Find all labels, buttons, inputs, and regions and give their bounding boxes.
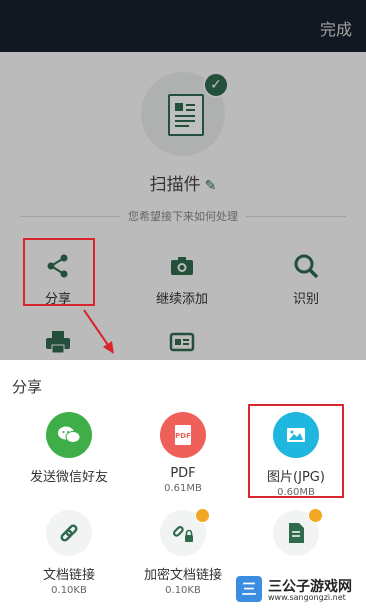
link-icon <box>46 510 92 556</box>
option-label: PDF <box>170 466 196 481</box>
sheet-title: 分享 <box>12 378 43 396</box>
option-label: 加密文档链接 <box>143 568 222 583</box>
share-option-pdf[interactable]: PDF PDF 0.61MB <box>128 412 238 494</box>
svg-text:PDF: PDF <box>175 432 191 440</box>
share-option-wechat[interactable]: 发送微信好友 <box>14 412 124 485</box>
wechat-icon <box>46 412 92 458</box>
doc-icon <box>273 508 323 556</box>
watermark: 三 三公子游戏网 www.sangongzi.net <box>232 574 362 606</box>
option-label: 发送微信好友 <box>29 470 108 485</box>
share-option-document[interactable] <box>241 508 351 556</box>
lock-link-icon <box>160 508 210 556</box>
badge-icon <box>308 508 323 523</box>
watermark-url: www.sangongzi.net <box>268 593 346 602</box>
highlight-box-jpg <box>248 404 344 498</box>
pdf-icon: PDF <box>160 412 206 458</box>
option-size: 0.61MB <box>164 483 202 494</box>
option-size: 0.10KB <box>165 585 201 596</box>
option-label: 文档链接 <box>42 568 95 583</box>
watermark-logo: 三 <box>236 576 262 602</box>
badge-icon <box>195 508 210 523</box>
share-option-encrypted-link[interactable]: 加密文档链接 0.10KB <box>128 508 238 596</box>
option-size: 0.10KB <box>51 585 87 596</box>
share-option-doc-link[interactable]: 文档链接 0.10KB <box>14 510 124 596</box>
